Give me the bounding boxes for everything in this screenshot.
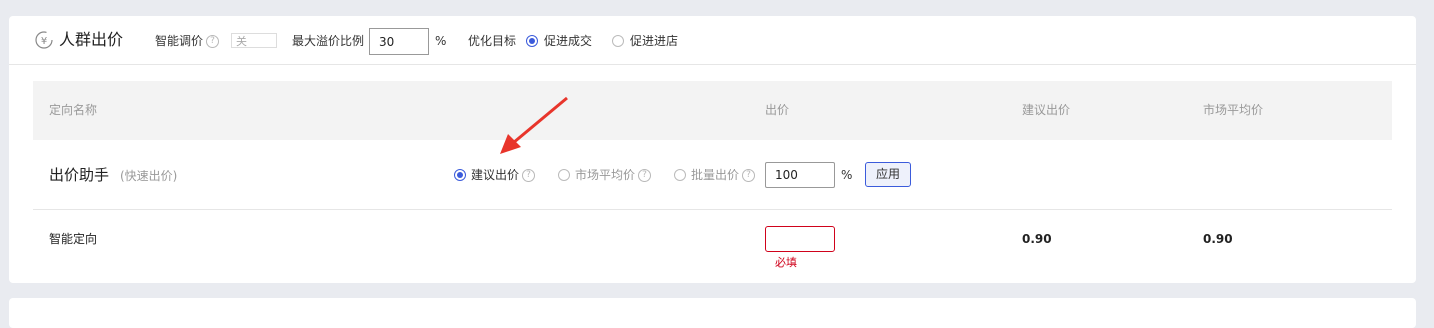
row-divider xyxy=(33,209,1392,210)
smart-adjust-label: 智能调价? xyxy=(155,33,220,49)
yuan-refresh-icon: ¥ xyxy=(35,31,53,49)
crowd-bid-panel: ¥ 人群出价 智能调价? 关 最大溢价比例 % 优化目标 促进成交 促进进店 定… xyxy=(9,16,1416,283)
help-icon[interactable]: ? xyxy=(522,169,536,182)
row-bid-input[interactable] xyxy=(765,226,835,252)
svg-text:¥: ¥ xyxy=(41,36,47,47)
row-market-average: 0.90 xyxy=(1203,232,1233,246)
row-suggested-bid: 0.90 xyxy=(1022,232,1052,246)
percent-sign: % xyxy=(435,34,447,48)
column-suggested-bid: 建议出价 xyxy=(1022,103,1071,117)
column-market-average: 市场平均价 xyxy=(1203,103,1264,117)
row-target-name: 智能定向 xyxy=(49,232,98,246)
column-target-name: 定向名称 xyxy=(49,103,98,117)
required-error-text: 必填 xyxy=(775,256,797,269)
radio-suggested-bid[interactable] xyxy=(454,169,466,181)
assistant-bid-input[interactable] xyxy=(765,162,835,188)
help-icon[interactable]: ? xyxy=(638,169,652,182)
help-icon[interactable]: ? xyxy=(742,169,756,182)
smart-adjust-switch[interactable]: 关 xyxy=(231,33,277,48)
table-header: 定向名称 出价 建议出价 市场平均价 xyxy=(33,81,1392,140)
option-suggested-bid: 建议出价? xyxy=(471,167,536,183)
option-market-average: 市场平均价? xyxy=(575,167,652,183)
help-icon[interactable]: ? xyxy=(206,35,220,48)
max-premium-input[interactable] xyxy=(369,28,429,55)
bid-assistant-title: 出价助手 xyxy=(49,166,110,184)
radio-promote-deal[interactable] xyxy=(526,35,538,47)
assistant-percent-sign: % xyxy=(841,168,853,182)
apply-button[interactable]: 应用 xyxy=(865,162,911,187)
max-premium-label: 最大溢价比例 xyxy=(292,34,365,48)
panel-title: 人群出价 xyxy=(59,30,124,49)
radio-market-average[interactable] xyxy=(558,169,570,181)
bid-assistant-subtitle: (快速出价) xyxy=(120,169,178,183)
option-promote-deal-label: 促进成交 xyxy=(544,34,593,48)
option-promote-visit-label: 促进进店 xyxy=(630,34,679,48)
panel-header: ¥ 人群出价 智能调价? 关 最大溢价比例 % 优化目标 促进成交 促进进店 xyxy=(9,16,1416,65)
radio-promote-visit[interactable] xyxy=(612,35,624,47)
optimize-label: 优化目标 xyxy=(468,34,517,48)
next-panel xyxy=(9,298,1416,328)
radio-batch-bid[interactable] xyxy=(674,169,686,181)
column-bid: 出价 xyxy=(765,103,790,117)
option-batch-bid: 批量出价? xyxy=(691,167,756,183)
